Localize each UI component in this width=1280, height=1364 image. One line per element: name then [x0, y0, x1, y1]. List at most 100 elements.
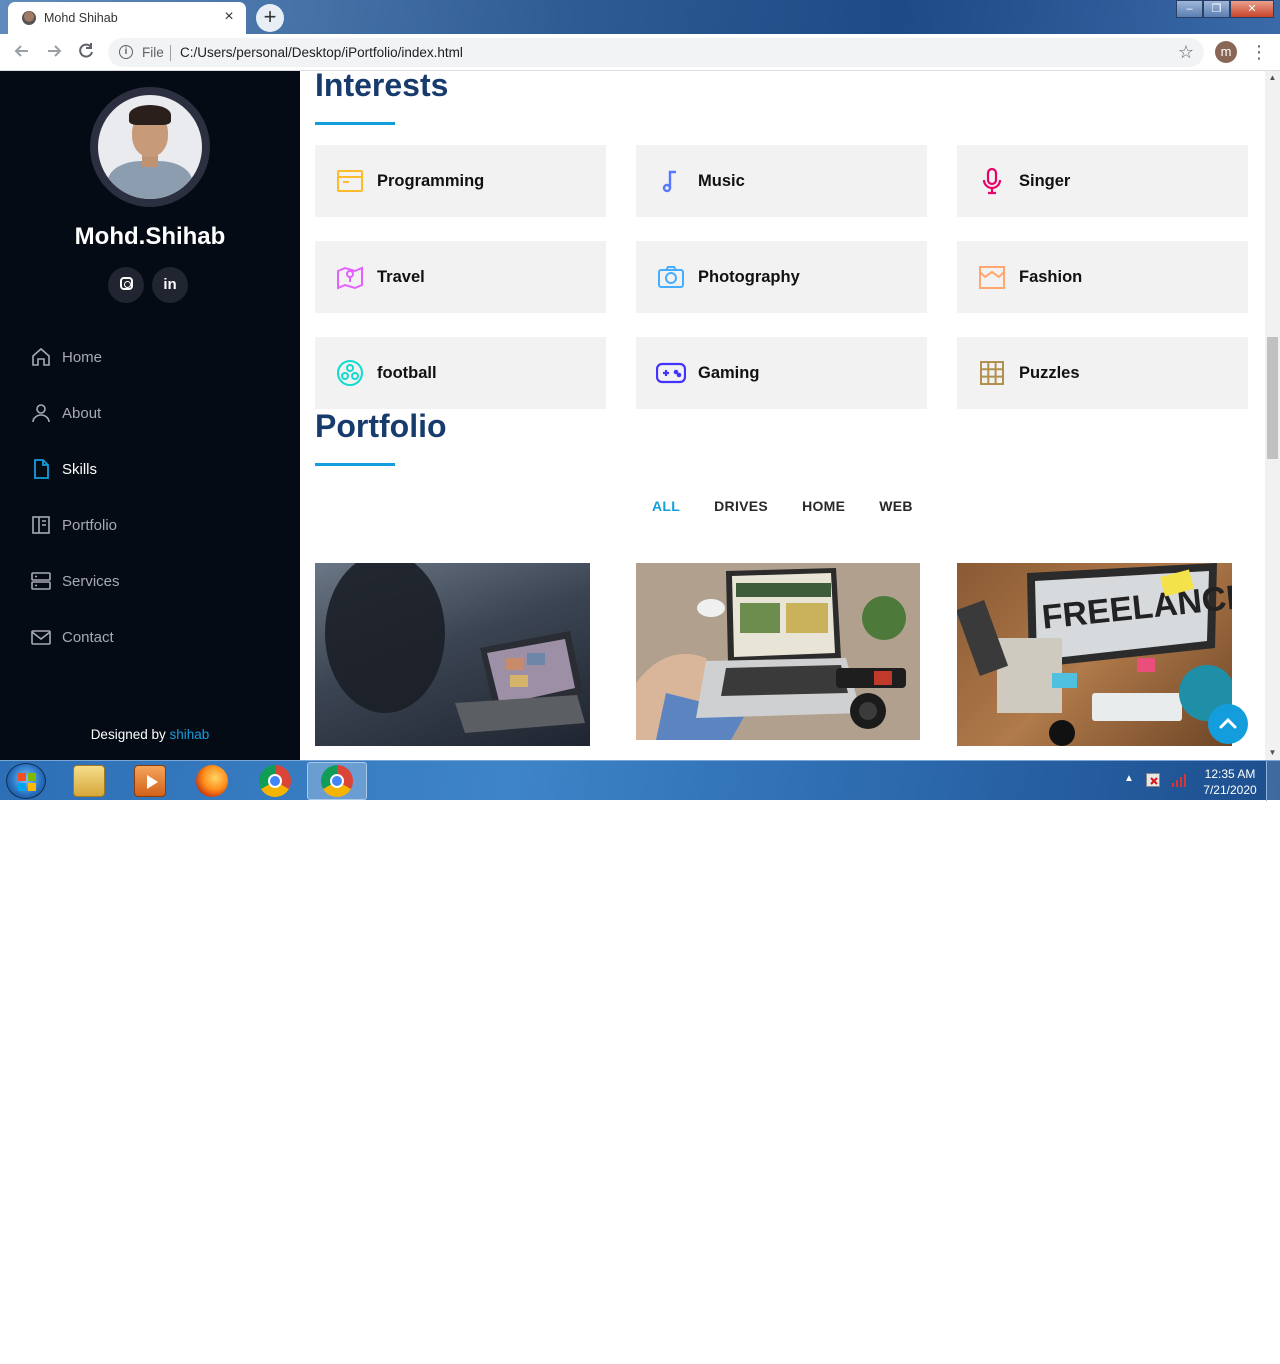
- maximize-button[interactable]: ❐: [1203, 0, 1230, 18]
- portfolio-item-freelance[interactable]: FREELANCE: [957, 563, 1232, 746]
- store-icon: [977, 262, 1007, 292]
- profile-name: Mohd.Shihab: [74, 223, 226, 250]
- chrome-icon: [321, 765, 353, 797]
- browser-menu-icon[interactable]: ⋮: [1250, 40, 1268, 64]
- browser-tab[interactable]: Mohd Shihab ×: [8, 2, 246, 34]
- gamepad-icon: [656, 358, 686, 388]
- scroll-up-arrow[interactable]: ▲: [1265, 71, 1280, 85]
- back-icon[interactable]: [10, 41, 34, 65]
- portfolio-title-underline: [315, 463, 395, 466]
- tab-title: Mohd Shihab: [44, 11, 118, 25]
- footer-prefix: Designed by: [90, 727, 166, 742]
- sidebar-item-home[interactable]: Home: [30, 329, 120, 385]
- footer-credit-link[interactable]: shihab: [170, 727, 210, 742]
- start-button[interactable]: [6, 763, 46, 799]
- sidebar-item-skills[interactable]: Skills: [30, 441, 120, 497]
- interest-fashion[interactable]: Fashion: [957, 241, 1248, 313]
- active-chrome-window[interactable]: [307, 762, 367, 800]
- portfolio-item-laptop-dark[interactable]: [315, 563, 590, 746]
- instagram-icon[interactable]: [108, 267, 144, 303]
- tray-expand-icon[interactable]: ▲: [1124, 773, 1134, 784]
- sidebar-item-portfolio[interactable]: Portfolio: [30, 497, 120, 553]
- window-controls: – ❐ ✕: [1176, 0, 1274, 18]
- interest-label: Fashion: [1019, 267, 1083, 286]
- interest-photography[interactable]: Photography: [636, 241, 927, 313]
- network-signal-icon[interactable]: [1171, 773, 1187, 787]
- sidebar-item-contact[interactable]: Contact: [30, 609, 120, 665]
- chrome-icon[interactable]: [259, 765, 291, 797]
- show-desktop-button[interactable]: [1266, 761, 1280, 801]
- url-scheme: File: [142, 45, 164, 60]
- sidebar-item-label: Services: [62, 572, 120, 590]
- camera-icon: [656, 262, 686, 292]
- interests-title-underline: [315, 122, 395, 125]
- map-pin-icon: [335, 262, 365, 292]
- interest-label: Travel: [377, 267, 425, 286]
- sidebar: Mohd.Shihab in Home About Skills Portfol…: [0, 71, 300, 760]
- chevron-up-icon: [1219, 717, 1237, 729]
- reload-icon[interactable]: [74, 41, 98, 65]
- page-scrollbar[interactable]: ▲ ▼: [1265, 71, 1280, 760]
- server-icon: [30, 570, 52, 592]
- linkedin-icon[interactable]: in: [152, 267, 188, 303]
- address-bar[interactable]: i File C:/Users/personal/Desktop/iPortfo…: [108, 38, 1204, 67]
- scroll-down-arrow[interactable]: ▼: [1265, 746, 1280, 760]
- sidebar-item-label: Skills: [62, 460, 98, 478]
- microphone-icon: [977, 166, 1007, 196]
- file-explorer-icon[interactable]: [73, 765, 105, 797]
- forward-icon[interactable]: [42, 41, 66, 65]
- bookmark-star-icon[interactable]: ☆: [1178, 42, 1194, 63]
- sidebar-item-label: Contact: [62, 628, 114, 646]
- media-player-icon[interactable]: [134, 765, 166, 797]
- main-content: Interests Programming Music Singer Trave…: [300, 71, 1265, 760]
- profile-avatar-button[interactable]: m: [1215, 41, 1237, 63]
- minimize-button[interactable]: –: [1176, 0, 1203, 18]
- interests-title: Interests: [315, 71, 449, 103]
- browser-title-bar: Mohd Shihab × + – ❐ ✕: [0, 0, 1280, 34]
- browser-window-icon: [335, 166, 365, 196]
- os-taskbar: ▲ 12:35 AM 7/21/2020: [0, 760, 1280, 801]
- interest-label: Singer: [1019, 171, 1071, 190]
- scrollbar-thumb[interactable]: [1267, 337, 1278, 459]
- clock-time: 12:35 AM: [1204, 767, 1256, 781]
- portfolio-filters: ALL DRIVES HOME WEB: [635, 498, 930, 514]
- filter-home[interactable]: HOME: [785, 498, 862, 514]
- envelope-icon: [30, 626, 52, 648]
- interest-label: football: [377, 363, 437, 382]
- close-window-button[interactable]: ✕: [1230, 0, 1274, 18]
- interest-football[interactable]: football: [315, 337, 606, 409]
- interest-label: Music: [698, 171, 745, 190]
- portfolio-title: Portfolio: [315, 408, 447, 444]
- filter-all[interactable]: ALL: [635, 498, 697, 514]
- interest-puzzles[interactable]: Puzzles: [957, 337, 1248, 409]
- music-note-icon: [656, 166, 686, 196]
- interest-gaming[interactable]: Gaming: [636, 337, 927, 409]
- sidebar-item-about[interactable]: About: [30, 385, 120, 441]
- action-center-flag-icon[interactable]: [1146, 773, 1160, 787]
- sidebar-item-services[interactable]: Services: [30, 553, 120, 609]
- info-icon[interactable]: i: [119, 45, 133, 59]
- system-clock[interactable]: 12:35 AM 7/21/2020: [1195, 766, 1265, 798]
- sidebar-item-label: About: [62, 404, 102, 422]
- interest-programming[interactable]: Programming: [315, 145, 606, 217]
- interest-travel[interactable]: Travel: [315, 241, 606, 313]
- url-text[interactable]: C:/Users/personal/Desktop/iPortfolio/ind…: [180, 45, 463, 60]
- interest-singer[interactable]: Singer: [957, 145, 1248, 217]
- browser-toolbar: i File C:/Users/personal/Desktop/iPortfo…: [0, 34, 1280, 71]
- tab-favicon-icon: [22, 11, 36, 25]
- interest-label: Gaming: [698, 363, 760, 382]
- profile-photo: [90, 87, 210, 207]
- portfolio-item-laptop-desk[interactable]: [636, 563, 920, 740]
- interest-label: Photography: [698, 267, 800, 286]
- interest-label: Puzzles: [1019, 363, 1080, 382]
- firefox-icon[interactable]: [196, 765, 228, 797]
- filter-drives[interactable]: DRIVES: [697, 498, 785, 514]
- interest-music[interactable]: Music: [636, 145, 927, 217]
- tab-close-icon[interactable]: ×: [220, 8, 238, 26]
- url-separator: [170, 45, 171, 61]
- social-links: in: [108, 267, 188, 303]
- new-tab-button[interactable]: +: [256, 4, 284, 32]
- back-to-top-button[interactable]: [1208, 704, 1248, 744]
- filter-web[interactable]: WEB: [862, 498, 930, 514]
- clock-date: 7/21/2020: [1203, 783, 1257, 797]
